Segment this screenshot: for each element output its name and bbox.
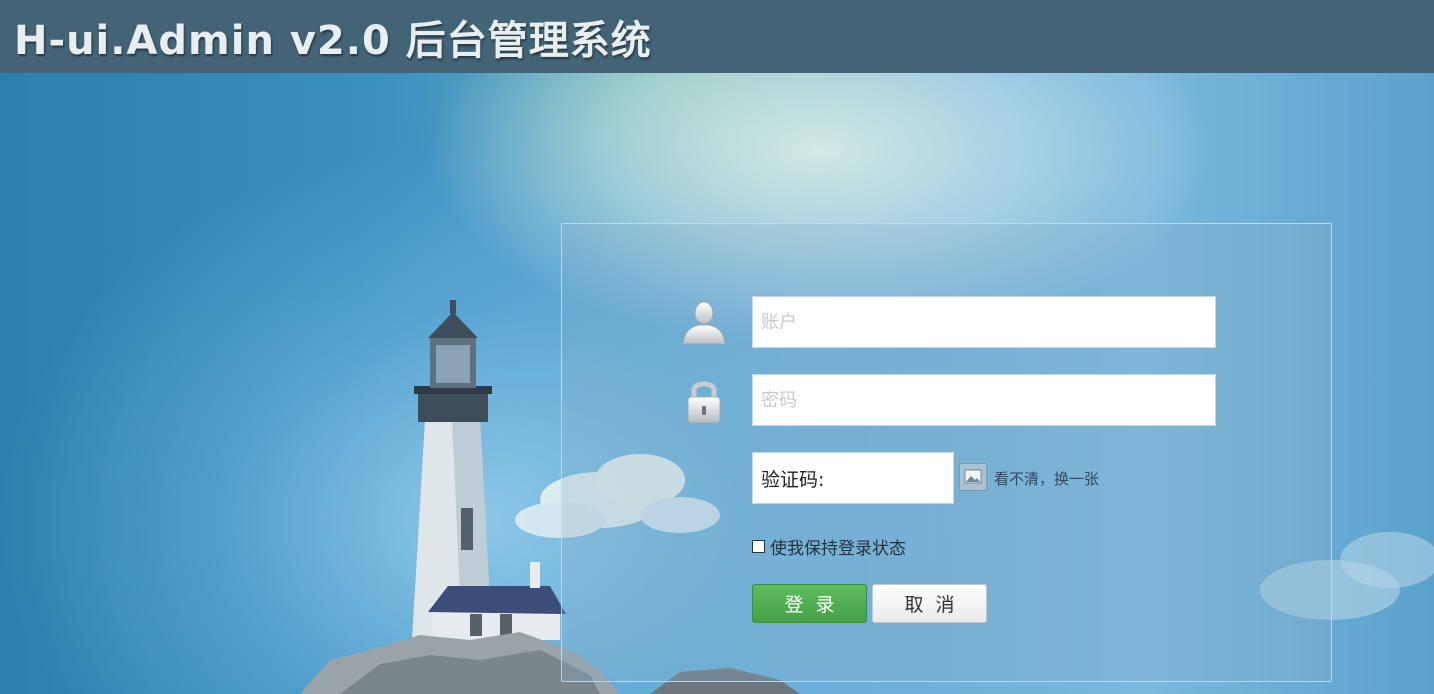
cancel-button[interactable]: 取消 [872, 584, 987, 623]
password-input[interactable] [752, 374, 1216, 426]
page-title: H-ui.Admin v2.0 后台管理系统 [14, 18, 652, 64]
login-button[interactable]: 登录 [752, 584, 867, 623]
user-icon [680, 298, 730, 346]
captcha-refresh-link[interactable]: 看不清，换一张 [994, 468, 1099, 489]
login-page: H-ui.Admin v2.0 后台管理系统 账户 验证码: 看不清，换一张 使… [0, 0, 1434, 694]
captcha-input[interactable] [752, 452, 954, 504]
remember-me[interactable]: 使我保持登录状态 [752, 534, 906, 559]
remember-label: 使我保持登录状态 [770, 539, 906, 559]
account-input[interactable] [752, 296, 1216, 348]
lighthouse [412, 300, 566, 640]
header-bar: H-ui.Admin v2.0 后台管理系统 [0, 0, 1434, 73]
remember-checkbox[interactable] [752, 540, 765, 553]
lock-icon [684, 376, 724, 426]
captcha-image-icon[interactable] [959, 463, 987, 491]
login-panel: 看不清，换一张 使我保持登录状态 登录 取消 [561, 223, 1332, 682]
